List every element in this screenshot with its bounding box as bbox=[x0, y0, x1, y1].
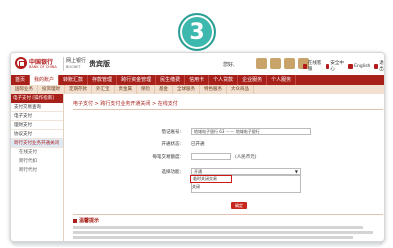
header-icon-group bbox=[256, 58, 309, 69]
header-link-english[interactable]: English bbox=[348, 60, 370, 72]
sidebar: 电子支付 [操作指南] 支付交易查询 电子支付 理财支付 协议支付 跨行支付业务… bbox=[11, 94, 64, 241]
sidebar-subitem-debit[interactable]: 跨行代扣 bbox=[11, 157, 63, 166]
nav-item[interactable]: 企业服务 bbox=[238, 75, 268, 85]
chat-icon bbox=[303, 63, 307, 69]
header-links: 在线客服 安全中心 English 退出 bbox=[303, 60, 384, 72]
breadcrumb: 电子支付 > 跨行支付业务开通关闭 > 在线支付 bbox=[73, 101, 178, 107]
browser-frame: 中国银行 BANK OF CHINA 网上银行 BOCNET 贵宾版 您好, 在… bbox=[10, 52, 385, 242]
status-label: 开通状态: bbox=[161, 142, 181, 147]
nav-item[interactable]: 转账汇款 bbox=[59, 75, 89, 85]
sidebar-item-agreement[interactable]: 协议支付 bbox=[11, 130, 63, 139]
subnav-item[interactable]: 保险 bbox=[137, 85, 155, 94]
mode-select-value: 开通 bbox=[194, 169, 202, 174]
nav-item[interactable]: 存款管理 bbox=[88, 75, 118, 85]
service-name-cn: 网上银行 bbox=[66, 58, 87, 64]
nav-item-active[interactable]: 我的账户 bbox=[30, 75, 60, 85]
step-number: 3 bbox=[189, 19, 205, 45]
subnav-item[interactable]: 国际业务 bbox=[11, 85, 38, 94]
breadcrumb-divider bbox=[73, 109, 383, 110]
bank-name-en: BANK OF CHINA bbox=[29, 65, 57, 69]
header-link-security[interactable]: 安全中心 bbox=[325, 60, 345, 72]
debit-card-select[interactable]: 地域电子银行 63 ······· 地域电子银行 bbox=[191, 128, 311, 135]
main-nav: 首页 我的账户 转账汇款 存款管理 跨行资金管理 民生缴费 信用卡 个人贷款 企… bbox=[11, 75, 384, 85]
edition-title: 贵宾版 bbox=[89, 60, 110, 68]
subnav-item[interactable]: 特色服务 bbox=[200, 85, 227, 94]
subnav-item[interactable]: 投资理财 bbox=[38, 85, 65, 94]
notice-text-line bbox=[73, 236, 353, 239]
confirm-button[interactable]: 确定 bbox=[231, 202, 247, 209]
greeting: 您好, bbox=[223, 62, 235, 68]
service-name-en: BOCNET bbox=[66, 65, 81, 69]
subnav-item[interactable]: 贵金属 bbox=[115, 85, 137, 94]
step-badge: 3 bbox=[178, 13, 216, 51]
debit-card-label: 借记账号: bbox=[161, 130, 181, 135]
logout-icon bbox=[374, 63, 379, 69]
header-link-logout[interactable]: 退出 bbox=[374, 60, 384, 72]
header-divider bbox=[63, 57, 64, 71]
header-link-service[interactable]: 在线客服 bbox=[303, 60, 322, 72]
sidebar-item-wealth[interactable]: 理财支付 bbox=[11, 121, 63, 130]
sidebar-subitem-online[interactable]: 在线支付 bbox=[11, 148, 63, 157]
nav-item[interactable]: 跨行资金管理 bbox=[117, 75, 157, 85]
page-header: 中国银行 BANK OF CHINA 网上银行 BOCNET 贵宾版 您好, 在… bbox=[11, 53, 384, 75]
sidebar-header[interactable]: 电子支付 [操作指南] bbox=[11, 94, 63, 103]
screenshot-canvas: 3 中国银行 BANK OF CHINA 网上银行 BOCNET 贵宾版 您好,… bbox=[0, 0, 393, 248]
mode-select[interactable]: 开通 ▼ bbox=[191, 168, 301, 175]
subnav-item[interactable]: 基金 bbox=[155, 85, 173, 94]
shortcut-icon[interactable] bbox=[256, 58, 267, 69]
sidebar-item-epay[interactable]: 电子支付 bbox=[11, 112, 63, 121]
limit-input[interactable] bbox=[191, 153, 231, 160]
subnav-item[interactable]: 全球服务 bbox=[173, 85, 200, 94]
notice-divider bbox=[73, 214, 383, 215]
sidebar-item-query[interactable]: 支付交易查询 bbox=[11, 103, 63, 112]
sub-nav: 国际业务 投资理财 定期存款 外汇宝 贵金属 保险 基金 全球服务 特色服务 大… bbox=[11, 85, 384, 94]
sidebar-subitem-credit[interactable]: 跨行代付 bbox=[11, 166, 63, 175]
globe-icon bbox=[348, 63, 354, 69]
shortcut-icon[interactable] bbox=[284, 58, 295, 69]
mode-label: 选择功能: bbox=[161, 170, 181, 175]
chevron-down-icon: ▼ bbox=[294, 169, 298, 174]
shortcut-icon[interactable] bbox=[270, 58, 281, 69]
notice-text-line bbox=[73, 226, 363, 229]
nav-item[interactable]: 个人贷款 bbox=[209, 75, 239, 85]
subnav-item[interactable]: 外汇宝 bbox=[92, 85, 115, 94]
nav-item[interactable]: 信用卡 bbox=[185, 75, 210, 85]
option-temp-close[interactable]: 临时关闭交易 bbox=[190, 175, 232, 183]
frame-base-shadow bbox=[12, 242, 383, 247]
subnav-item[interactable]: 定期存款 bbox=[65, 85, 92, 94]
limit-label: 每笔交易额度: bbox=[152, 155, 181, 160]
nav-item[interactable]: 民生缴费 bbox=[156, 75, 186, 85]
shield-icon bbox=[325, 63, 330, 69]
nav-item[interactable]: 个人服务 bbox=[267, 75, 297, 85]
status-value: 已开通 bbox=[191, 142, 205, 147]
notice-title: 温馨提示 bbox=[73, 217, 99, 224]
limit-unit: (人民币元) bbox=[235, 155, 257, 160]
notice-text-line bbox=[73, 231, 373, 234]
sidebar-item-cross-bank[interactable]: 跨行支付业务开通关闭 bbox=[11, 139, 63, 148]
nav-item[interactable]: 首页 bbox=[11, 75, 31, 85]
option-close[interactable]: 关闭 bbox=[192, 184, 200, 190]
boc-logo-icon bbox=[15, 57, 27, 69]
subnav-item[interactable]: 大众商品 bbox=[227, 85, 254, 94]
